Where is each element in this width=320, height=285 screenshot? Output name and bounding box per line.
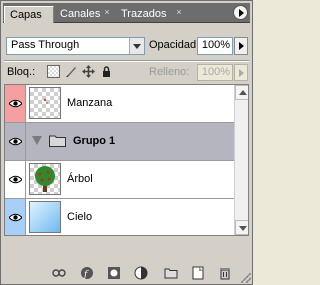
visibility-toggle[interactable] bbox=[5, 123, 26, 160]
lock-move-icon[interactable] bbox=[82, 65, 95, 78]
opacity-label: Opacidad: bbox=[149, 39, 200, 51]
chevron-down-icon[interactable] bbox=[129, 38, 144, 54]
mask-icon[interactable] bbox=[107, 266, 121, 280]
layers-list: Manzana Grupo 1 Árbol Cielo bbox=[4, 84, 249, 236]
divider bbox=[4, 60, 249, 62]
scroll-up-button[interactable] bbox=[235, 85, 248, 100]
visibility-toggle[interactable] bbox=[5, 199, 26, 235]
close-icon[interactable]: × bbox=[173, 6, 185, 19]
opacity-slider-button[interactable] bbox=[234, 37, 248, 55]
layer-thumbnail bbox=[29, 201, 61, 233]
layer-thumbnail bbox=[29, 163, 61, 195]
layer-row-cielo[interactable]: Cielo bbox=[5, 199, 234, 235]
folder-icon bbox=[49, 135, 66, 147]
fill-slider-button[interactable] bbox=[234, 64, 248, 81]
eye-icon bbox=[9, 99, 22, 108]
eye-icon bbox=[9, 137, 22, 146]
layers-toolbar: f bbox=[4, 264, 249, 282]
scroll-down-button[interactable] bbox=[235, 220, 248, 235]
close-icon[interactable]: × bbox=[101, 6, 113, 19]
tab-capas[interactable]: Capas bbox=[4, 6, 54, 23]
scrollbar[interactable] bbox=[234, 85, 248, 235]
layer-row-grupo-1[interactable]: Grupo 1 bbox=[5, 123, 234, 161]
fill-label: Relleno: bbox=[149, 66, 190, 78]
layer-thumbnail bbox=[29, 87, 61, 119]
panel-menu-button[interactable] bbox=[233, 5, 248, 20]
fx-icon[interactable]: f bbox=[80, 266, 94, 280]
folder-icon[interactable] bbox=[164, 266, 178, 280]
blend-mode-value: Pass Through bbox=[11, 39, 80, 51]
fill-input[interactable]: 100% bbox=[197, 64, 233, 81]
layer-name: Manzana bbox=[67, 97, 113, 109]
visibility-toggle[interactable] bbox=[5, 85, 26, 122]
layer-name: Árbol bbox=[67, 173, 93, 185]
eye-icon bbox=[9, 213, 22, 222]
opacity-input[interactable]: 100% bbox=[197, 37, 233, 55]
link-icon[interactable] bbox=[52, 266, 66, 280]
lock-all-icon[interactable] bbox=[100, 65, 113, 78]
blend-mode-select[interactable]: Pass Through bbox=[6, 37, 145, 55]
visibility-toggle[interactable] bbox=[5, 161, 26, 198]
layers-panel: Capas Canales × Trazados × Pass Through … bbox=[0, 0, 253, 285]
eye-icon bbox=[9, 175, 22, 184]
expand-arrow-icon[interactable] bbox=[32, 136, 42, 145]
new-layer-icon[interactable] bbox=[191, 266, 205, 280]
layer-row-arbol[interactable]: Árbol bbox=[5, 161, 234, 199]
lock-label: Bloq.: bbox=[7, 66, 36, 78]
lock-transparency-icon[interactable] bbox=[47, 65, 60, 78]
lock-brush-icon[interactable] bbox=[65, 65, 78, 78]
trash-icon[interactable] bbox=[218, 266, 232, 280]
resize-grip[interactable] bbox=[241, 273, 251, 283]
layer-name: Cielo bbox=[67, 211, 93, 223]
layer-row-manzana[interactable]: Manzana bbox=[5, 85, 234, 123]
layer-name: Grupo 1 bbox=[73, 135, 116, 147]
panel-tabs: Capas Canales × Trazados × bbox=[3, 3, 250, 23]
adjustment-icon[interactable] bbox=[134, 266, 148, 280]
